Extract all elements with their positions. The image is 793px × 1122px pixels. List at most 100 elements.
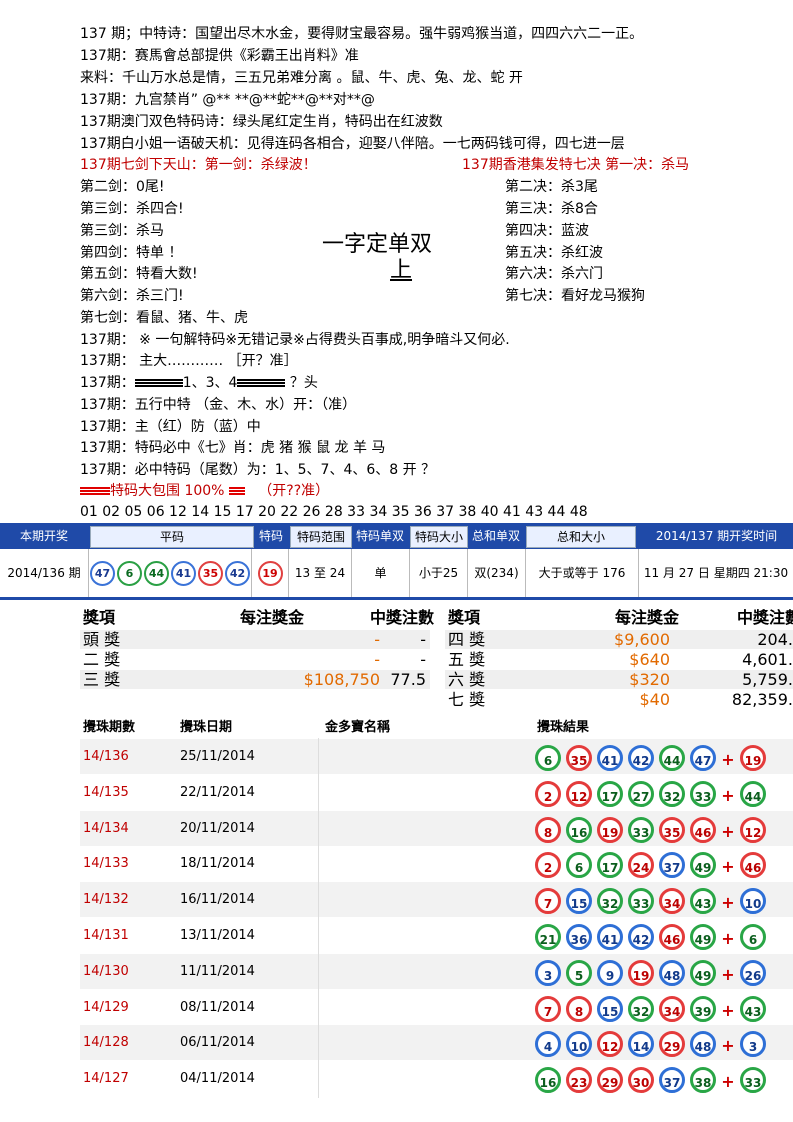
number-ball: 33 — [628, 888, 654, 915]
result-time: 11 月 27 日 星期四 21:30 — [643, 566, 789, 580]
result-sum-size: 大于或等于 176 — [526, 549, 639, 597]
col-sum-size: 总和大小 — [526, 526, 636, 548]
number-ball: 21 — [535, 924, 561, 950]
number-ball: 7 — [535, 995, 561, 1022]
col-normal-numbers: 平码 — [90, 526, 254, 548]
column-divider — [318, 738, 319, 1098]
special-ball: 33 — [740, 1067, 766, 1094]
prize-amount: $108,750 — [303, 670, 380, 689]
line-m3-prefix: 137期： — [80, 375, 135, 391]
number-ball: 41 — [597, 924, 623, 950]
prize-name: 七 獎 — [448, 690, 486, 709]
plus-icon: + — [721, 821, 735, 841]
rule-item: 第五决：杀红波 — [505, 245, 603, 261]
result-sum-oe: 双(234) — [468, 549, 526, 597]
number-ball: 8 — [535, 816, 561, 843]
plus-icon: + — [721, 929, 735, 948]
result-header-row: 本期开奖 平码 特码 特码范围 特码单双 特码大小 总和单双 总和大小 2014… — [0, 523, 793, 549]
number-ball: 46 — [659, 924, 685, 950]
line-6: 137期白小姐一语破天机：见得连码各相合，迎娶八伴陪。一七两码钱可得，四七进一层 — [80, 136, 625, 152]
col-special: 特码 — [258, 529, 283, 543]
col-sum-oe: 总和单双 — [471, 529, 520, 543]
plus-icon: + — [721, 893, 735, 913]
draw-number: 14/133 — [83, 856, 129, 872]
draw-balls: 16 23 29 30 37 38 +33 — [535, 1067, 771, 1094]
prize-count: 4,601. — [742, 650, 793, 669]
prize-count: 204. — [757, 630, 793, 649]
plus-icon: + — [721, 750, 735, 769]
special-ball: 43 — [740, 995, 766, 1022]
draws-col-result: 攪珠結果 — [537, 720, 590, 735]
col-next-time: 2014/137 期开奖时间 — [655, 529, 778, 543]
special-ball: 19 — [257, 561, 283, 586]
number-ball: 39 — [690, 995, 716, 1022]
center-answer: 上 — [390, 258, 413, 283]
draw-row: 14/129 08/11/2014 7 8 15 32 34 39 +43 — [80, 990, 793, 1025]
number-ball: 42 — [628, 924, 654, 950]
rule-item: 第七决：看好龙马猴狗 — [505, 288, 645, 304]
draw-number: 14/135 — [83, 784, 129, 800]
prize-row: 五 獎 $640 4,601. — [445, 650, 793, 669]
result-period: 2014/136 期 — [0, 549, 89, 597]
draw-date: 18/11/2014 — [180, 856, 255, 872]
draw-date: 11/11/2014 — [180, 963, 255, 979]
rule-item: 第六决：杀六门 — [505, 266, 603, 282]
number-ball: 49 — [690, 959, 716, 986]
line-2: 137期：赛馬會总部提供《彩霸王出肖料》准 — [80, 48, 359, 64]
col-special-range: 特码范围 — [290, 526, 352, 548]
sword-item: 第六剑：杀三门! — [80, 288, 184, 304]
result-data-row: 2014/136 期 47 6 44 41 35 42 19 13 至 24 单 小于25… — [0, 549, 793, 600]
line-m7: 137期：必中特码（尾数）为：1、5、7、4、6、8 开 ？ — [80, 462, 436, 478]
number-ball: 33 — [690, 780, 716, 807]
line-m8-note: （开??准） — [258, 483, 330, 499]
number-ball: 15 — [566, 888, 592, 915]
prize-name: 六 獎 — [448, 670, 486, 689]
prize-count: - — [420, 650, 426, 669]
prize-row: 七 獎 $40 82,359. — [445, 690, 793, 709]
prize-amount: - — [374, 650, 380, 669]
bars-icon — [134, 378, 183, 388]
draw-number: 14/131 — [83, 928, 129, 943]
number-ball: 17 — [597, 780, 623, 807]
prize-amount: $9,600 — [614, 630, 670, 649]
prize-row: 六 獎 $320 5,759. — [445, 670, 793, 689]
number-ball: 23 — [566, 1067, 592, 1094]
number-ball: 29 — [659, 1031, 685, 1058]
red-bars-icon — [228, 486, 245, 496]
prize-col-count: 中獎注數 — [370, 608, 435, 627]
line-m3-suffix: ？头 — [285, 375, 318, 391]
prize-col-count: 中獎注數 — [737, 608, 793, 627]
prize-count: 82,359. — [731, 690, 793, 709]
number-ball: 2 — [535, 780, 561, 807]
number-ball: 42 — [225, 561, 250, 586]
col-special-size: 特码大小 — [410, 526, 468, 548]
result-special: 19 — [252, 549, 289, 597]
special-ball: 3 — [740, 1031, 766, 1058]
prize-row: 四 獎 $9,600 204. — [445, 630, 793, 649]
number-ball: 34 — [659, 995, 685, 1022]
draw-date: 04/11/2014 — [180, 1071, 255, 1087]
number-ball: 34 — [659, 888, 685, 915]
draw-row: 14/130 11/11/2014 3 5 9 19 48 49 +26 — [80, 953, 793, 989]
plus-icon: + — [721, 964, 735, 984]
number-ball: 32 — [597, 888, 623, 915]
line-m8-text: 特码大包围 100% — [110, 483, 225, 499]
prize-name: 三 獎 — [83, 670, 121, 689]
line-m1: 137期： ※ 一句解特码※无错记录※占得费头百事成,明争暗斗又何必. — [80, 332, 510, 348]
draw-row: 14/134 20/11/2014 8 16 19 33 35 46 +12 — [80, 810, 793, 846]
number-ball: 47 — [90, 561, 115, 586]
line-m3: 137期： 1、3、4 ？头 — [80, 374, 318, 392]
draw-row: 14/132 16/11/2014 7 15 32 33 34 43 +10 — [80, 882, 793, 918]
draw-date: 25/11/2014 — [180, 749, 255, 764]
number-ball: 48 — [690, 1031, 716, 1058]
line-m5: 137期：主（红）防（蓝）中 — [80, 419, 261, 435]
number-ball: 30 — [628, 1067, 654, 1094]
draw-number: 14/132 — [83, 892, 129, 908]
number-ball: 37 — [659, 852, 685, 879]
line-m3-numbers: 1、3、4 — [182, 375, 238, 391]
plus-icon: + — [721, 785, 735, 805]
line-5: 137期澳门双色特码诗：绿头尾红定生肖，特码出在红波数 — [80, 114, 443, 130]
draw-balls: 6 35 41 42 44 47 +19 — [535, 745, 771, 771]
prize-name: 五 獎 — [448, 650, 486, 669]
result-odd-even: 单 — [352, 549, 410, 597]
